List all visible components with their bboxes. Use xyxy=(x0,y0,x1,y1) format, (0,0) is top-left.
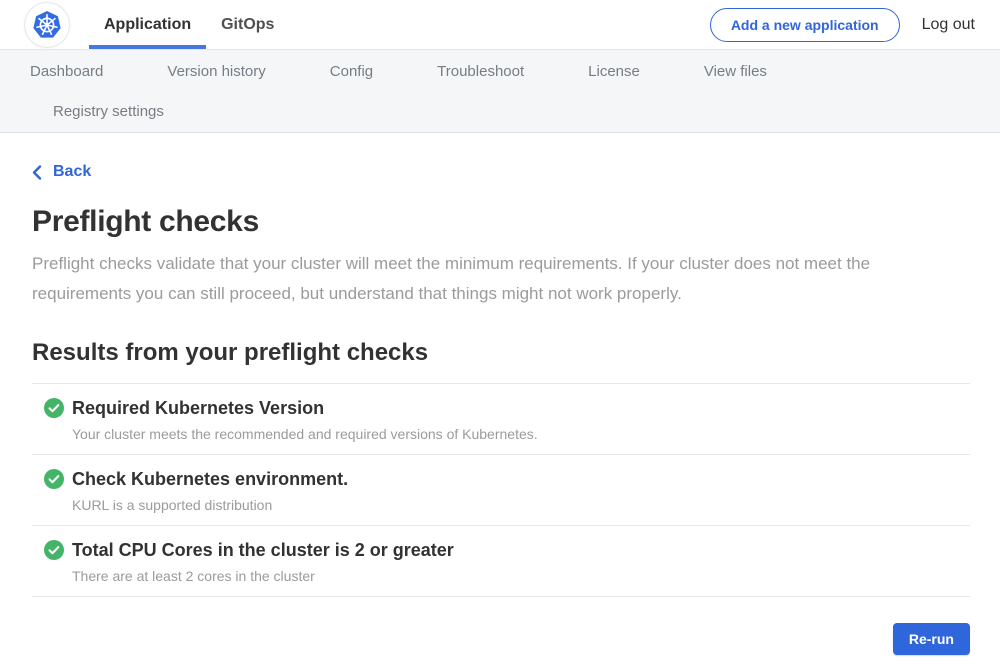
check-circle-icon xyxy=(44,469,64,489)
check-detail: There are at least 2 cores in the cluste… xyxy=(72,568,970,584)
top-navigation: Application GitOps Add a new application… xyxy=(0,0,1000,50)
back-link-label: Back xyxy=(53,163,91,181)
page-title: Preflight checks xyxy=(32,205,970,239)
results-heading: Results from your preflight checks xyxy=(32,339,970,367)
check-result-row: Check Kubernetes environment. KURL is a … xyxy=(32,455,970,526)
subnav-item-troubleshoot[interactable]: Troubleshoot xyxy=(437,63,524,80)
subnav-item-dashboard[interactable]: Dashboard xyxy=(30,63,103,80)
subnav-item-registry-settings[interactable]: Registry settings xyxy=(53,103,164,120)
tab-gitops-label: GitOps xyxy=(221,16,274,34)
check-title: Total CPU Cores in the cluster is 2 or g… xyxy=(72,540,454,561)
subnav-row-2: Registry settings xyxy=(0,91,1000,131)
check-detail: Your cluster meets the recommended and r… xyxy=(72,426,970,442)
logout-link[interactable]: Log out xyxy=(922,16,975,34)
kubernetes-logo-icon xyxy=(31,9,63,41)
preflight-checks-page: Back Preflight checks Preflight checks v… xyxy=(0,133,1000,655)
check-circle-icon xyxy=(44,398,64,418)
tab-application-label: Application xyxy=(104,16,191,34)
add-new-application-button[interactable]: Add a new application xyxy=(710,8,900,42)
primary-tabs: Application GitOps xyxy=(89,0,289,49)
subnav-item-view-files[interactable]: View files xyxy=(704,63,767,80)
back-link[interactable]: Back xyxy=(32,163,91,181)
check-circle-icon xyxy=(44,540,64,560)
page-description: Preflight checks validate that your clus… xyxy=(32,249,944,309)
app-sub-navigation: Dashboard Version history Config Trouble… xyxy=(0,50,1000,133)
subnav-item-config[interactable]: Config xyxy=(330,63,373,80)
chevron-left-icon xyxy=(32,165,42,180)
subnav-item-version-history[interactable]: Version history xyxy=(167,63,265,80)
check-detail: KURL is a supported distribution xyxy=(72,497,970,513)
rerun-button[interactable]: Re-run xyxy=(893,623,970,655)
tab-gitops[interactable]: GitOps xyxy=(206,0,289,49)
topnav-right: Add a new application Log out xyxy=(710,0,1000,49)
check-title: Check Kubernetes environment. xyxy=(72,469,348,490)
subnav-item-license[interactable]: License xyxy=(588,63,640,80)
page-actions: Re-run xyxy=(32,623,970,655)
check-result-row: Required Kubernetes Version Your cluster… xyxy=(32,384,970,455)
check-title: Required Kubernetes Version xyxy=(72,398,324,419)
tab-application[interactable]: Application xyxy=(89,0,206,49)
preflight-results-list: Required Kubernetes Version Your cluster… xyxy=(32,383,970,597)
app-logo xyxy=(25,3,69,47)
subnav-row-1: Dashboard Version history Config Trouble… xyxy=(0,51,1000,91)
check-result-row: Total CPU Cores in the cluster is 2 or g… xyxy=(32,526,970,597)
